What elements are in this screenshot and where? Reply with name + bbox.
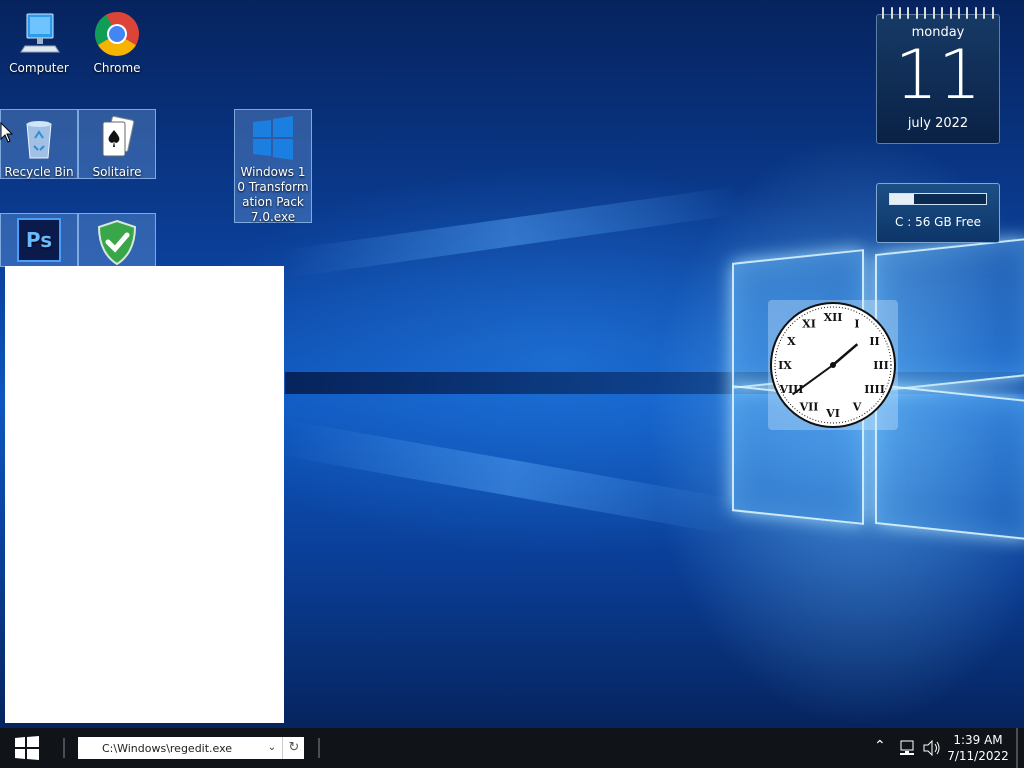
recycle-bin-icon <box>15 114 63 162</box>
taskbar-divider <box>63 738 65 758</box>
system-clock-date: 7/11/2022 <box>947 749 1009 763</box>
clock-numeral: X <box>787 335 796 348</box>
disk-usage-bar <box>889 193 987 205</box>
address-go-refresh-icon[interactable]: ↻ <box>282 737 305 759</box>
clock-numeral: IX <box>778 359 792 372</box>
calendar-gadget[interactable]: monday 11 july 2022 <box>876 7 1000 144</box>
desktop-icon-transformation-pack[interactable]: Windows 10 Transformation Pack 7.0.exe <box>234 109 312 224</box>
clock-numeral: II <box>869 335 879 348</box>
address-input[interactable] <box>78 737 264 759</box>
clock-numeral: VII <box>799 401 819 414</box>
clock-numeral: XI <box>802 317 816 330</box>
installer-icon <box>249 114 297 162</box>
network-icon[interactable] <box>899 740 917 760</box>
system-clock-time: 1:39 AM <box>953 733 1003 747</box>
desktop-icon-solitaire[interactable]: Solitaire <box>78 109 156 179</box>
photoshop-icon: Ps <box>17 218 61 262</box>
windows-logo-icon <box>15 736 39 760</box>
computer-icon <box>15 10 63 58</box>
show-hidden-icons-chevron-icon[interactable]: ⌃ <box>874 738 886 754</box>
desktop-icon-label: Computer <box>9 61 69 75</box>
calendar-rings <box>879 7 997 21</box>
desktop-icon-label: Solitaire <box>92 165 142 179</box>
clock-numeral: I <box>854 317 859 330</box>
address-dropdown-chevron-icon[interactable]: ⌄ <box>264 737 280 759</box>
desktop-icon-photoshop[interactable]: Ps <box>0 213 78 267</box>
disk-usage-fill <box>890 194 914 204</box>
mouse-cursor-icon <box>0 122 14 143</box>
clock-numeral: III <box>873 359 888 372</box>
blank-window-area <box>5 266 284 723</box>
clock-numeral: IIII <box>864 383 885 396</box>
desktop-icon-recycle-bin[interactable]: Recycle Bin <box>0 109 78 179</box>
wallpaper-beam <box>283 186 743 278</box>
desktop-icon-computer[interactable]: Computer <box>0 6 78 76</box>
desktop-icon-chrome[interactable]: Chrome <box>78 6 156 76</box>
taskbar: ⌄ ↻ ⌃ 1:39 AM 7/11/2022 <box>0 728 1024 768</box>
desktop-icon-security[interactable] <box>78 213 156 267</box>
volume-icon[interactable] <box>923 739 941 760</box>
clock-numeral: XII <box>824 311 843 324</box>
address-toolbar[interactable]: ⌄ ↻ <box>78 737 304 759</box>
system-clock[interactable]: 1:39 AM 7/11/2022 <box>944 732 1012 764</box>
disk-free-label: C : 56 GB Free <box>895 215 981 229</box>
wallpaper-beam <box>281 420 742 536</box>
clock-numeral: VI <box>825 407 840 420</box>
clock-gadget[interactable]: XII I II III IIII V VI VII VIII IX X XI <box>768 300 898 430</box>
desktop[interactable]: Computer Chrome Recycle Bin Solitaire Wi… <box>0 0 1024 728</box>
desktop-icon-label: Recycle Bin <box>4 165 74 179</box>
desktop-icon-label: Chrome <box>93 61 141 75</box>
taskbar-divider <box>318 738 320 758</box>
show-desktop-button[interactable] <box>1016 728 1018 768</box>
chrome-icon <box>93 10 141 58</box>
calendar-day: 11 <box>894 36 982 115</box>
calendar-month-year: july 2022 <box>907 116 969 131</box>
clock-numeral: V <box>852 401 862 414</box>
start-button[interactable] <box>0 728 54 768</box>
security-shield-icon <box>93 218 141 266</box>
photoshop-glyph: Ps <box>25 228 53 252</box>
analog-clock-face: XII IIIIIIIIIIVVIVIIVIIIIXXXI <box>770 302 896 428</box>
solitaire-icon <box>93 114 141 162</box>
disk-space-gadget[interactable]: C : 56 GB Free <box>876 183 1000 243</box>
desktop-icon-label: Windows 10 Transformation Pack 7.0.exe <box>237 165 309 224</box>
